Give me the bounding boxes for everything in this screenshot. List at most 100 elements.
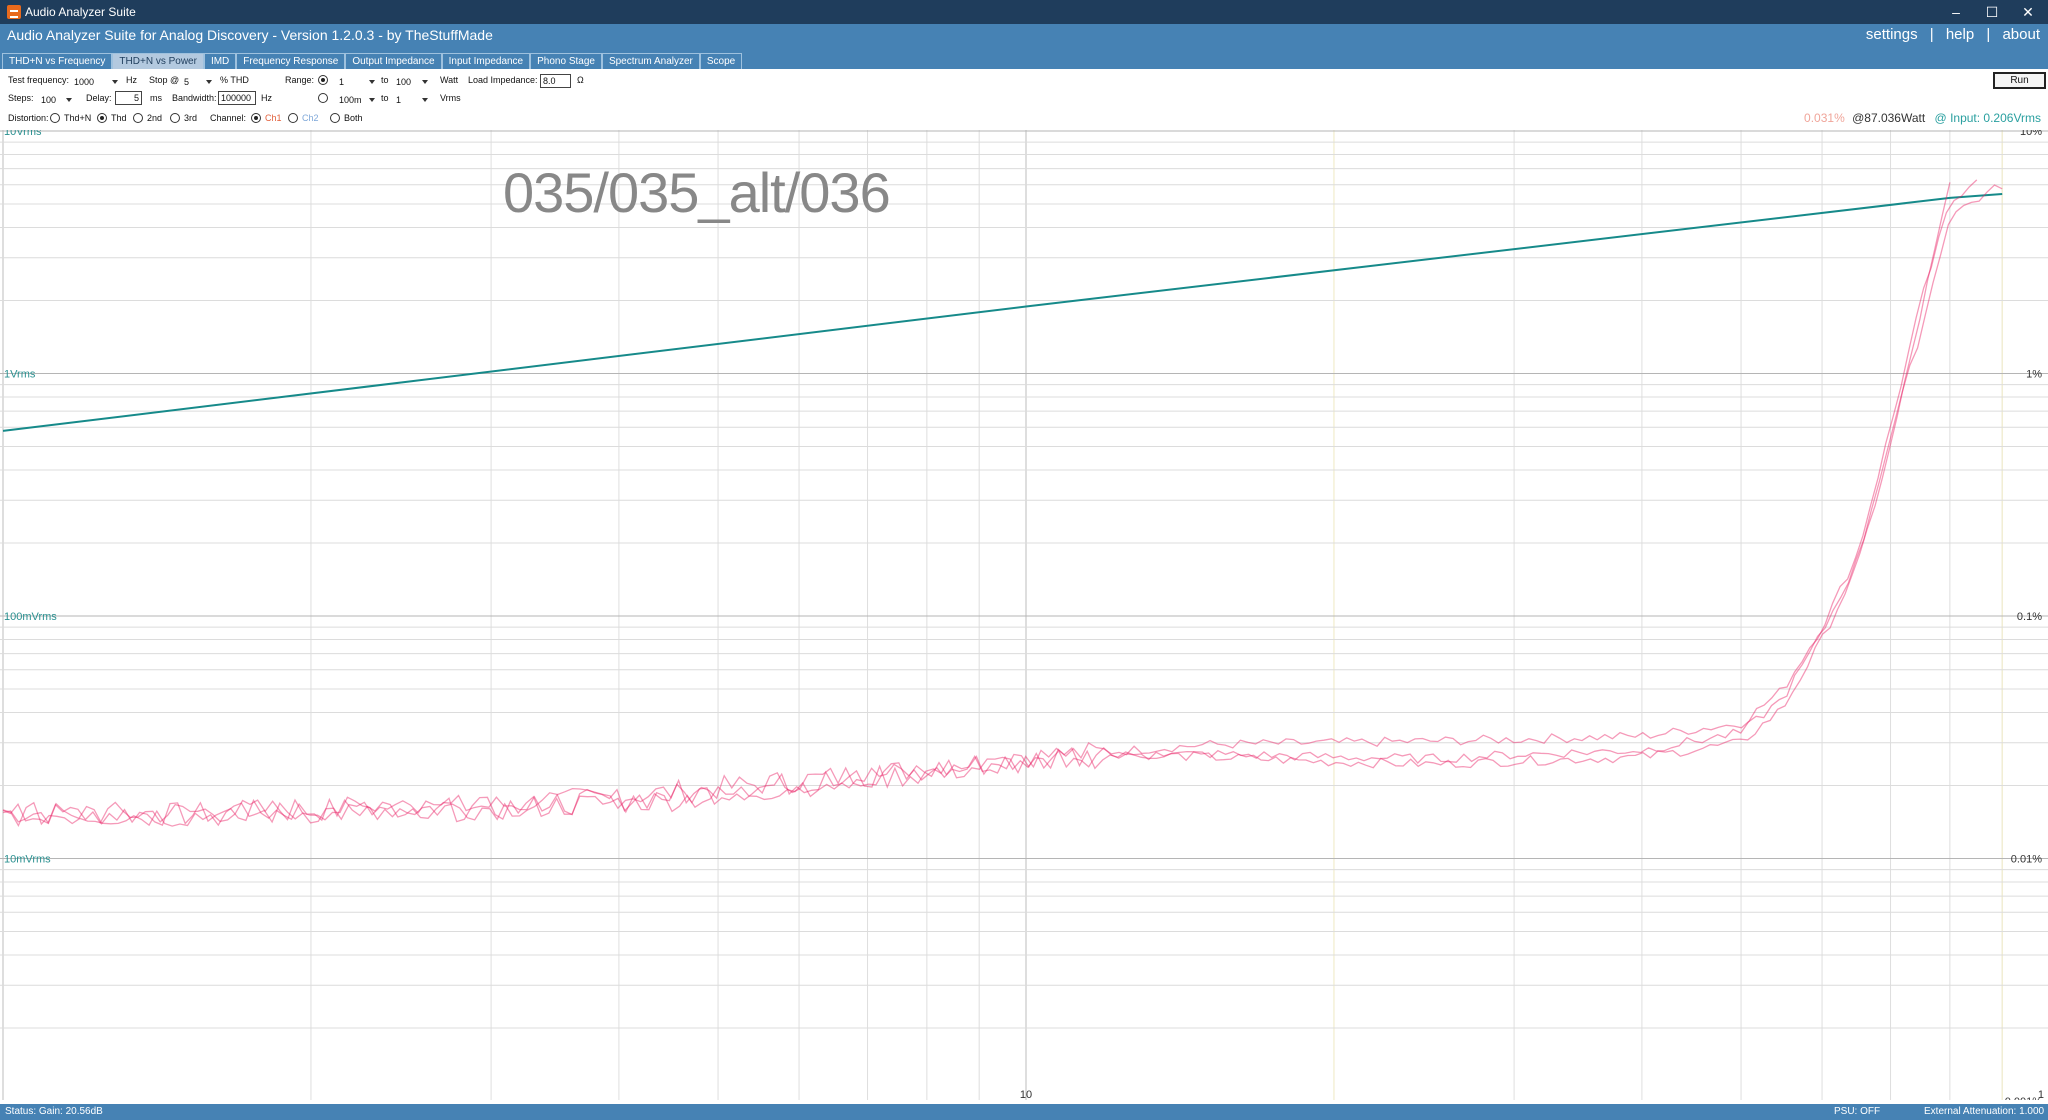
stop-threshold-select[interactable]: 5: [181, 76, 214, 89]
app-logo-icon: [7, 5, 21, 19]
tab-thdn-vs-power[interactable]: THD+N vs Power: [112, 53, 204, 69]
status-psu: PSU: OFF: [1834, 1106, 1881, 1117]
channel-both-label: Both: [344, 113, 363, 123]
test-frequency-label: Test frequency:: [8, 75, 70, 85]
distortion-2nd-label: 2nd: [147, 113, 163, 123]
link-separator: |: [1929, 26, 1934, 43]
distortion-thd-radio[interactable]: [97, 113, 107, 123]
tab-input-impedance[interactable]: Input Impedance: [441, 53, 531, 69]
distortion-3rd-radio[interactable]: [170, 113, 180, 123]
steps-label: Steps:: [8, 93, 34, 103]
bandwidth-field[interactable]: 100000: [218, 91, 256, 105]
thd-series-line: [2, 179, 1978, 826]
y-axis-left-label: 1Vrms: [4, 369, 36, 381]
range-vrms-radio[interactable]: [318, 93, 328, 103]
tab-frequency-response[interactable]: Frequency Response: [236, 53, 346, 69]
range-watt-from-value: 1: [339, 77, 345, 87]
y-axis-right-label: 1%: [2026, 369, 2042, 381]
chevron-down-icon: [66, 98, 72, 102]
tab-scope[interactable]: Scope: [699, 53, 743, 69]
distortion-3rd-label: 3rd: [184, 113, 198, 123]
tab-spectrum-analyzer[interactable]: Spectrum Analyzer: [601, 53, 700, 69]
ms-unit: ms: [150, 93, 162, 103]
app-title: Audio Analyzer Suite for Analog Discover…: [7, 27, 493, 43]
chart-canvas: 10Vrms 1Vrms 100mVrms 10mVrms 10% 1% 0.1% 0.01%…: [0, 130, 2048, 1100]
steps-select[interactable]: 100: [38, 94, 74, 107]
distortion-label: Distortion:: [8, 113, 49, 123]
chart-overlay-label: 035/035_alt/036: [503, 161, 891, 224]
delay-field[interactable]: 5: [115, 91, 142, 105]
y-axis-left-label: 10Vrms: [4, 130, 42, 138]
range-vrms-to-select[interactable]: 1: [393, 94, 430, 107]
x-axis-label: 10: [1020, 1089, 1032, 1100]
thd-series-line: [2, 182, 1951, 825]
range-watt-to-value: 100: [396, 77, 412, 87]
range-watt-radio[interactable]: [318, 75, 328, 85]
steps-value: 100: [41, 95, 57, 105]
range-vrms-from-select[interactable]: 100m: [336, 94, 377, 107]
chevron-down-icon: [369, 80, 375, 84]
tab-thdn-vs-frequency[interactable]: THD+N vs Frequency: [2, 53, 113, 69]
status-bar: Status: Gain: 20.56dB PSU: OFF External …: [0, 1104, 2048, 1120]
thd-series-line: [2, 184, 2003, 828]
tab-imd[interactable]: IMD: [203, 53, 237, 69]
y-axis-right-label: 0.01%: [2011, 854, 2042, 866]
distortion-thdn-label: Thd+N: [64, 113, 92, 123]
header-links: settings | help | about: [1866, 26, 2040, 43]
about-link[interactable]: about: [2002, 26, 2040, 43]
chevron-down-icon: [422, 80, 428, 84]
tab-output-impedance[interactable]: Output Impedance: [345, 53, 442, 69]
settings-link[interactable]: settings: [1866, 26, 1918, 43]
channel-ch2-label: Ch2: [302, 113, 319, 123]
thd-readout: 0.031%: [1804, 111, 1845, 125]
title-bar: Audio Analyzer Suite – ☐ ✕: [0, 0, 2048, 24]
window-title: Audio Analyzer Suite: [25, 5, 136, 19]
input-vrms-series: [2, 193, 2003, 432]
range-watt-to-select[interactable]: 100: [393, 76, 430, 89]
y-axis-left-label: 10mVrms: [4, 854, 51, 866]
channel-ch2-radio[interactable]: [288, 113, 298, 123]
channel-both-radio[interactable]: [330, 113, 340, 123]
tab-strip: THD+N vs Frequency THD+N vs Power IMD Fr…: [2, 53, 743, 69]
vrms-unit: Vrms: [440, 93, 461, 103]
range-watt-from-select[interactable]: 1: [336, 76, 377, 89]
measurement-readouts: 0.031% @87.036Watt @ Input: 0.206Vrms: [1804, 111, 2041, 125]
bandwidth-label: Bandwidth:: [172, 93, 217, 103]
y-axis-right-label: 0.001%: [2005, 1096, 2043, 1100]
controls-panel: Test frequency: 1000 Hz Stop @ 5 % THD R…: [0, 69, 2048, 130]
chevron-down-icon: [422, 98, 428, 102]
thd-vs-power-chart: 10Vrms 1Vrms 100mVrms 10mVrms 10% 1% 0.1% 0.01%…: [0, 130, 2048, 1100]
test-frequency-value: 1000: [74, 77, 95, 87]
stop-unit: % THD: [220, 75, 249, 85]
stop-label: Stop @: [149, 75, 180, 85]
y-axis-right-label: 0.1%: [2017, 611, 2042, 623]
chevron-down-icon: [112, 80, 118, 84]
test-frequency-select[interactable]: 1000: [71, 76, 120, 89]
y-axis-right-label: 10%: [2020, 130, 2042, 138]
ohm-unit: Ω: [577, 75, 584, 85]
range-vrms-to-value: 1: [396, 95, 402, 105]
link-separator: |: [1986, 26, 1991, 43]
stop-threshold-value: 5: [184, 77, 190, 87]
distortion-thdn-radio[interactable]: [50, 113, 60, 123]
distortion-thd-label: Thd: [111, 113, 127, 123]
chevron-down-icon: [206, 80, 212, 84]
help-link[interactable]: help: [1946, 26, 1974, 43]
y-axis-left-label: 100mVrms: [4, 611, 57, 623]
load-impedance-field[interactable]: 8.0: [540, 74, 571, 88]
status-gain: Status: Gain: 20.56dB: [5, 1106, 103, 1117]
app-header: Audio Analyzer Suite for Analog Discover…: [0, 24, 2048, 69]
chevron-down-icon: [369, 98, 375, 102]
status-attenuation: External Attenuation: 1.000: [1924, 1106, 2045, 1117]
channel-ch1-radio[interactable]: [251, 113, 261, 123]
watt-unit: Watt: [440, 75, 459, 85]
hz-unit: Hz: [126, 75, 137, 85]
app-window: Audio Analyzer Suite – ☐ ✕ Audio Analyze…: [0, 0, 2048, 1120]
range-vrms-from-value: 100m: [339, 95, 362, 105]
run-button[interactable]: Run: [1993, 72, 2046, 89]
distortion-2nd-radio[interactable]: [133, 113, 143, 123]
delay-label: Delay:: [86, 93, 112, 103]
to-label: to: [381, 75, 389, 85]
tab-phono-stage[interactable]: Phono Stage: [530, 53, 602, 69]
close-button[interactable]: ✕: [2006, 0, 2048, 24]
